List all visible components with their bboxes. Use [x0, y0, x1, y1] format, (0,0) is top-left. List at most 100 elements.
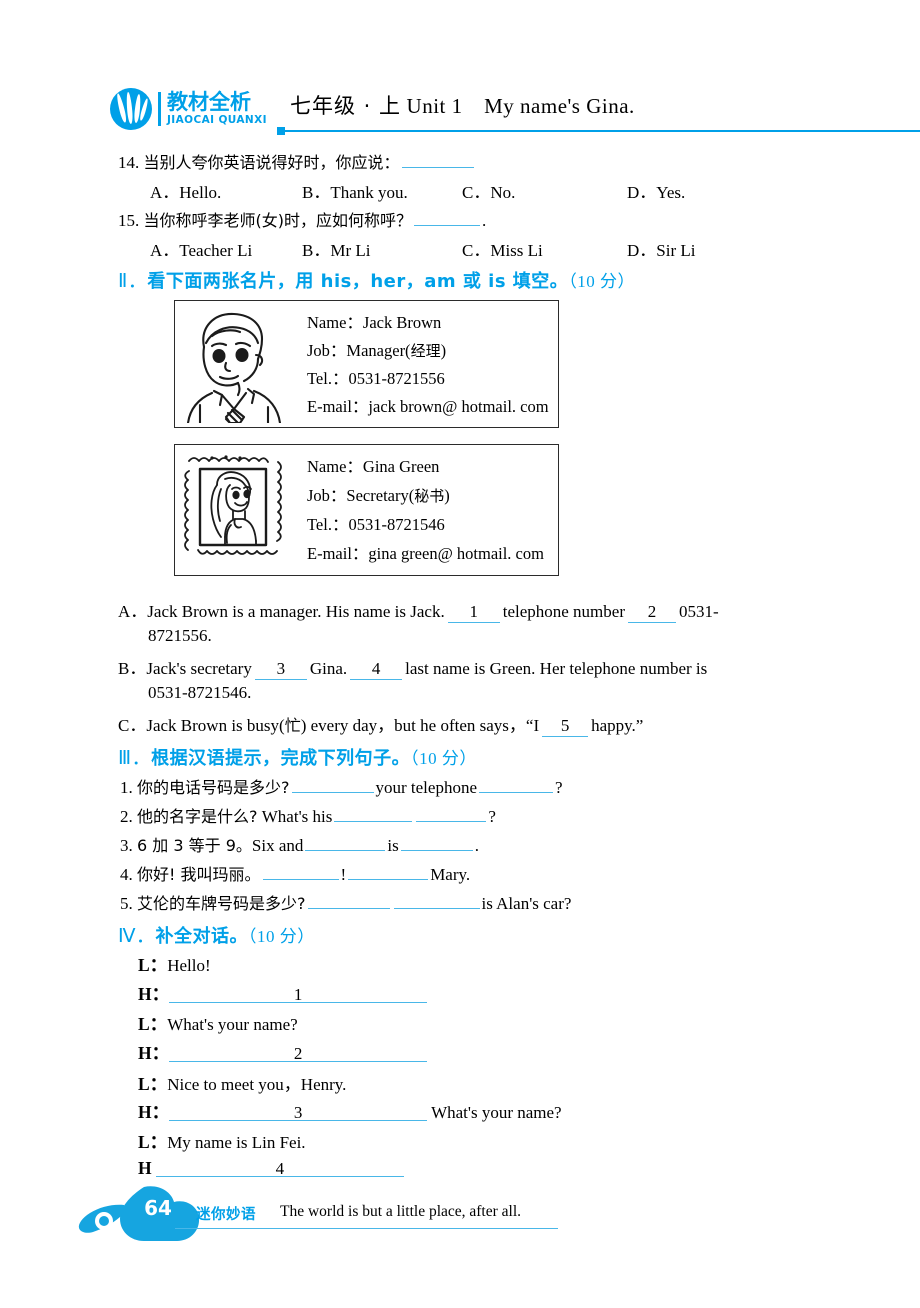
- brand-logo: 教材全析 JIAOCAI QUANXI: [110, 86, 282, 132]
- section-4-title: 补全对话。: [155, 926, 249, 947]
- item-4-tail: Mary.: [430, 864, 471, 884]
- cloud-graphic-icon: [78, 1186, 200, 1241]
- option-14-b[interactable]: B．Thank you.: [302, 178, 462, 203]
- dialogue-blank-3[interactable]: 3: [169, 1103, 428, 1122]
- card-info-gina: Name：Gina Green Job：Secretary(秘书) Tel.：0…: [293, 445, 558, 575]
- dialogue-text-3: What's your name?: [167, 1015, 298, 1034]
- answer-blank-3[interactable]: 3: [254, 659, 307, 680]
- business-card-gina: Name：Gina Green Job：Secretary(秘书) Tel.：0…: [174, 444, 559, 576]
- item-5-cn: 艾伦的车牌号码是多少?: [137, 893, 306, 913]
- page-title-cn: 七年级 · 上: [290, 94, 402, 118]
- dialogue-text-5: Nice to meet you，Henry.: [167, 1075, 347, 1094]
- card-row-email: E-mail：jack brown@ hotmail. com: [307, 396, 549, 416]
- item-5-number: 5.: [120, 893, 133, 913]
- item-b-text2: Gina.: [309, 659, 348, 678]
- dialogue-line-5: L：Nice to meet you，Henry.: [138, 1070, 346, 1096]
- question-15-blank[interactable]: [414, 208, 480, 226]
- dialogue-line-2: H： 1: [138, 981, 428, 1006]
- card-row-tel: Tel.：0531-8721546: [307, 515, 445, 535]
- dialogue-blank-1[interactable]: 1: [169, 985, 428, 1004]
- item-3-number: 3.: [120, 835, 133, 855]
- leaf-emblem-icon: [110, 88, 152, 130]
- dialogue-blank-2[interactable]: 2: [169, 1044, 428, 1063]
- question-14-number: 14.: [118, 152, 140, 172]
- dialogue-speaker-h: H：: [138, 984, 170, 1004]
- item-4-cn: 你好! 我叫玛丽。: [137, 864, 261, 884]
- item-2-lead: What's his: [261, 806, 333, 826]
- item-a-text2: telephone number: [502, 602, 625, 621]
- option-15-b[interactable]: B．Mr Li: [302, 236, 462, 261]
- section-4-points: （10 分）: [248, 927, 315, 946]
- question-15-options: A．Teacher Li B．Mr Li C．Miss Li D．Sir Li: [150, 236, 695, 261]
- item-b-text1: Jack's secretary: [146, 659, 252, 678]
- card-row-name: Name：Jack Brown: [307, 312, 442, 332]
- item-a-text3: 0531-: [678, 602, 719, 621]
- dialogue-text-7: My name is Lin Fei.: [167, 1133, 306, 1152]
- item-b-text3: last name is Green. Her telephone number…: [405, 659, 708, 678]
- dialogue-speaker-h: H：: [138, 1043, 170, 1063]
- section-2-points: （10 分）: [568, 272, 636, 291]
- item-2-blank-1[interactable]: [334, 804, 413, 822]
- answer-blank-4[interactable]: 4: [350, 659, 403, 680]
- item-2-number: 2.: [120, 806, 133, 826]
- textbook-page: 教材全析 JIAOCAI QUANXI 七年级 · 上 Unit 1 My na…: [0, 0, 920, 1308]
- item-2-cn: 他的名字是什么?: [137, 806, 258, 826]
- question-14-blank[interactable]: [401, 150, 474, 168]
- item-5-blank-2[interactable]: [393, 891, 480, 909]
- header-rule: [284, 130, 920, 132]
- option-14-c[interactable]: C．No.: [462, 178, 627, 203]
- answer-blank-5[interactable]: 5: [542, 716, 589, 737]
- question-15-tail: .: [482, 210, 487, 230]
- dialogue-line-6: H： 3 What's your name?: [138, 1099, 562, 1124]
- dialogue-line-4: H： 2: [138, 1040, 428, 1065]
- item-1-blank-1[interactable]: [291, 775, 374, 793]
- man-portrait-icon: [175, 301, 293, 427]
- item-1-blank-2[interactable]: [479, 775, 553, 793]
- section-2-item-b-line1: B．Jack's secretary 3 Gina. 4 last name is Gr…: [118, 654, 707, 680]
- dialogue-text-6-after: What's your name?: [431, 1103, 562, 1122]
- answer-blank-2[interactable]: 2: [627, 602, 676, 623]
- item-5-blank-1[interactable]: [307, 891, 390, 909]
- option-14-a[interactable]: A．Hello.: [150, 178, 302, 203]
- item-4-blank-2[interactable]: [348, 862, 429, 880]
- section-2-item-c-line1: C．Jack Brown is busy(忙) every day，but he…: [118, 711, 643, 737]
- section-3-item-2: 2. 他的名字是什么? What's his?: [120, 804, 496, 825]
- item-3-blank-2[interactable]: [400, 833, 473, 851]
- girl-stamp-icon: [175, 445, 293, 575]
- item-1-mid: your telephone: [375, 777, 478, 797]
- option-14-d[interactable]: D．Yes.: [627, 183, 685, 202]
- option-15-a[interactable]: A．Teacher Li: [150, 236, 302, 261]
- section-3-numeral: Ⅲ．: [118, 748, 152, 769]
- question-15-text: 当你称呼李老师(女)时，应如何称呼？: [143, 210, 413, 230]
- section-3-item-5: 5. 艾伦的车牌号码是多少? is Alan's car?: [120, 891, 571, 912]
- item-3-cn: 6 加 3 等于 9。: [137, 835, 252, 855]
- card-row-email: E-mail：gina green@ hotmail. com: [307, 544, 544, 564]
- item-4-blank-1[interactable]: [262, 862, 339, 880]
- item-2-blank-2[interactable]: [416, 804, 487, 822]
- item-4-number: 4.: [120, 864, 133, 884]
- dialogue-line-1: L：Hello!: [138, 952, 211, 977]
- footer-rule: [175, 1228, 558, 1230]
- dialogue-line-7: L：My name is Lin Fei.: [138, 1129, 306, 1154]
- item-4-mid: !: [340, 864, 347, 884]
- card-row-name: Name：Gina Green: [307, 457, 440, 477]
- section-3-item-1: 1. 你的电话号码是多少? your telephone?: [120, 775, 563, 796]
- section-4-heading: Ⅳ．补全对话。（10 分）: [118, 921, 315, 948]
- option-15-c[interactable]: C．Miss Li: [462, 236, 627, 261]
- page-number: 64: [144, 1196, 172, 1220]
- dialogue-blank-4[interactable]: 4: [155, 1159, 404, 1178]
- option-15-d[interactable]: D．Sir Li: [627, 241, 695, 260]
- question-14-options: A．Hello. B．Thank you. C．No. D．Yes.: [150, 178, 685, 203]
- logo-title-cn: 教材全析: [167, 90, 251, 115]
- item-c-text2: ) every day，but he often says，“I: [300, 716, 540, 735]
- item-b-letter: B．: [118, 659, 147, 678]
- item-1-number: 1.: [120, 777, 133, 797]
- item-3-mid: is: [387, 835, 399, 855]
- section-3-item-3: 3. 6 加 3 等于 9。Six and is.: [120, 833, 479, 854]
- logo-title-en: JIAOCAI QUANXI: [167, 114, 267, 127]
- answer-blank-1[interactable]: 1: [447, 602, 500, 623]
- section-2-item-a-line2: 8721556.: [148, 626, 212, 645]
- section-4-numeral: Ⅳ．: [118, 926, 156, 947]
- dialogue-text-1: Hello!: [167, 956, 211, 975]
- item-3-blank-1[interactable]: [305, 833, 386, 851]
